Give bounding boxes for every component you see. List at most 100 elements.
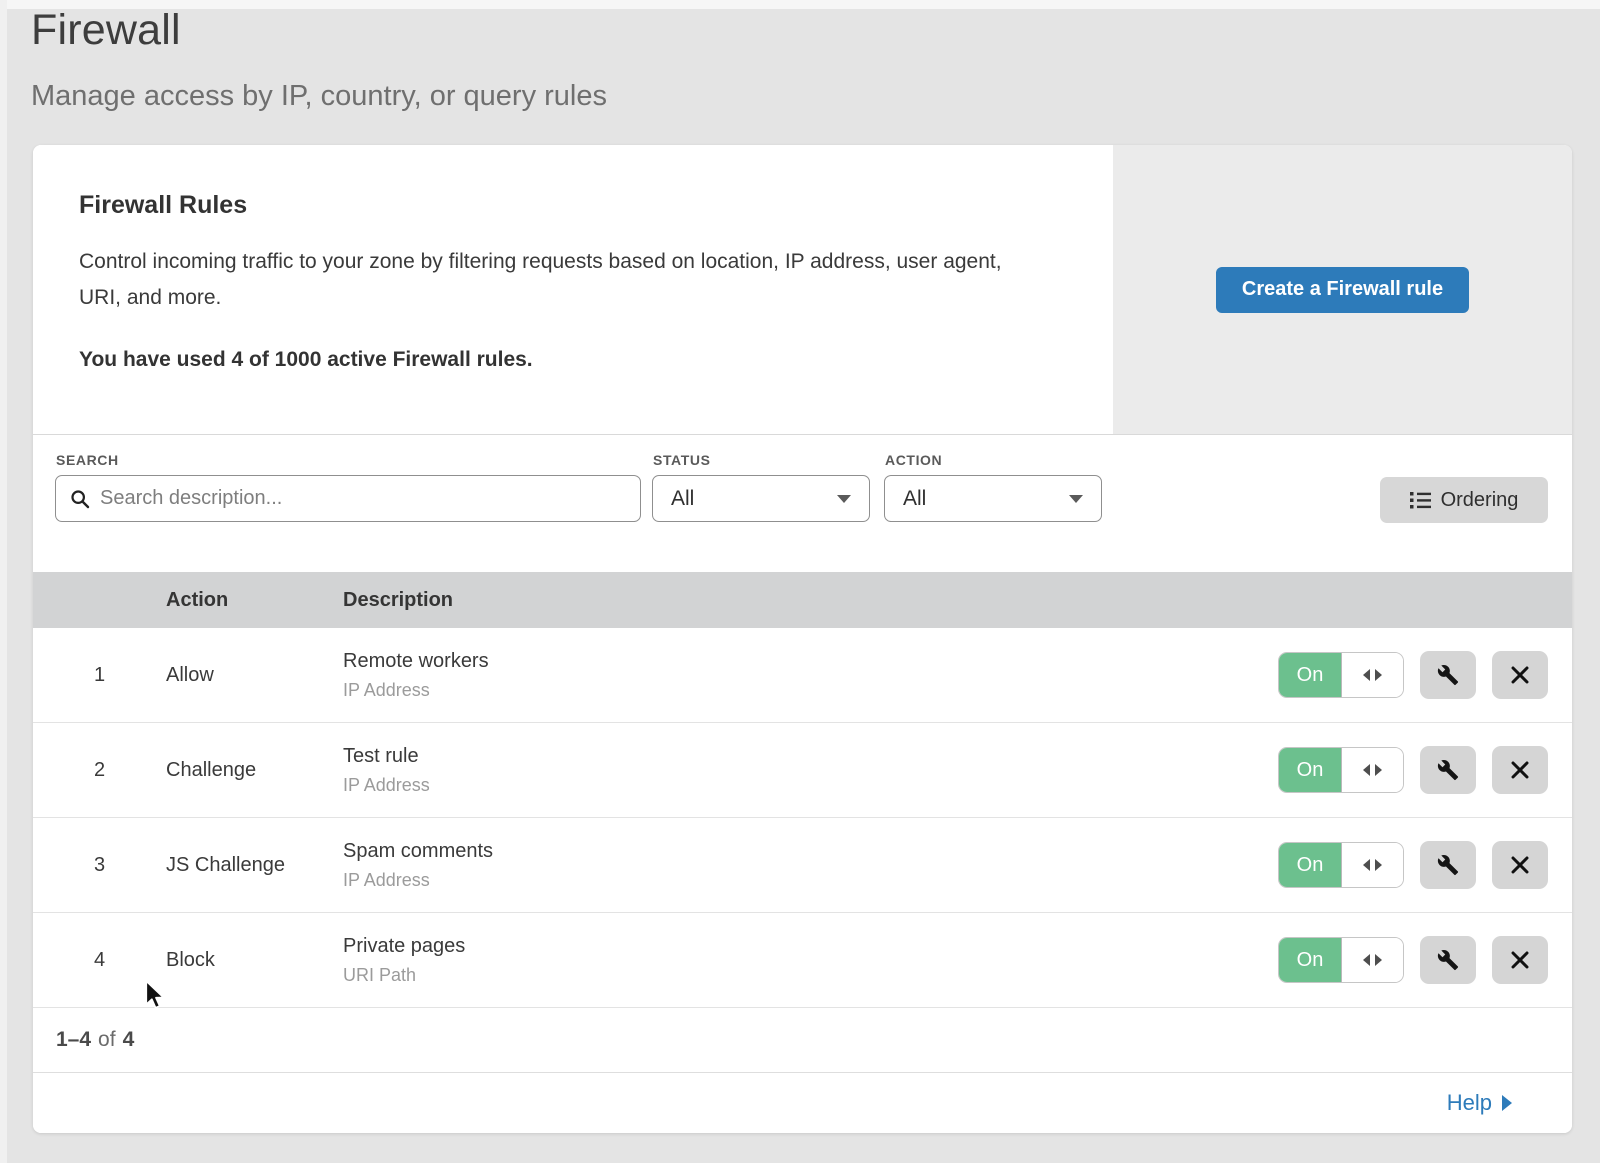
close-icon — [1511, 761, 1529, 779]
arrow-right-icon — [1375, 669, 1382, 681]
arrow-left-icon — [1363, 669, 1370, 681]
rule-description-cell: Spam comments IP Address — [343, 840, 1278, 891]
rule-match-type: IP Address — [343, 680, 1278, 701]
firewall-rules-card: Firewall Rules Control incoming traffic … — [33, 145, 1572, 1133]
rule-description: Spam comments — [343, 840, 1278, 863]
rule-priority: 3 — [33, 854, 166, 877]
rule-description-cell: Remote workers IP Address — [343, 650, 1278, 701]
chevron-down-icon — [837, 495, 851, 503]
status-selected-value: All — [671, 487, 694, 511]
status-label: STATUS — [653, 452, 711, 468]
pagination-of: of — [98, 1028, 116, 1052]
create-firewall-rule-button[interactable]: Create a Firewall rule — [1216, 267, 1469, 313]
toggle-drag-handle[interactable] — [1342, 748, 1403, 792]
rule-description: Remote workers — [343, 650, 1278, 673]
info-section: Firewall Rules Control incoming traffic … — [33, 145, 1572, 435]
table-row: 2 Challenge Test rule IP Address On — [33, 723, 1572, 818]
wrench-icon — [1437, 949, 1459, 971]
toggle-on-label: On — [1279, 938, 1342, 982]
help-link-label: Help — [1447, 1090, 1492, 1116]
description-column-header: Description — [343, 589, 1572, 612]
rule-description-cell: Test rule IP Address — [343, 745, 1278, 796]
action-label: ACTION — [885, 452, 942, 468]
rule-action: Challenge — [166, 759, 343, 782]
search-box[interactable] — [55, 475, 641, 522]
pagination-range: 1–4 — [56, 1028, 91, 1052]
page-subtitle: Manage access by IP, country, or query r… — [31, 80, 607, 113]
rule-action: JS Challenge — [166, 854, 343, 877]
status-select[interactable]: All — [652, 475, 870, 522]
info-pane: Firewall Rules Control incoming traffic … — [33, 145, 1113, 434]
arrow-right-icon — [1375, 764, 1382, 776]
info-description: Control incoming traffic to your zone by… — [79, 244, 1029, 316]
toggle-on-label: On — [1279, 843, 1342, 887]
pagination-total: 4 — [123, 1028, 135, 1052]
wrench-icon — [1437, 664, 1459, 686]
delete-rule-button[interactable] — [1492, 936, 1548, 984]
delete-rule-button[interactable] — [1492, 746, 1548, 794]
arrow-right-icon — [1502, 1095, 1512, 1111]
toggle-on-label: On — [1279, 748, 1342, 792]
card-footer: Help — [33, 1073, 1572, 1133]
edit-rule-button[interactable] — [1420, 936, 1476, 984]
close-icon — [1511, 666, 1529, 684]
window-edge-top — [0, 0, 1600, 9]
ordering-button-label: Ordering — [1441, 489, 1519, 512]
table-row: 3 JS Challenge Spam comments IP Address … — [33, 818, 1572, 913]
search-icon — [70, 489, 90, 509]
window-edge-left — [0, 0, 7, 1163]
rule-description-cell: Private pages URI Path — [343, 935, 1278, 986]
arrow-right-icon — [1375, 954, 1382, 966]
rule-match-type: URI Path — [343, 965, 1278, 986]
wrench-icon — [1437, 854, 1459, 876]
action-column-header: Action — [166, 589, 343, 612]
arrow-left-icon — [1363, 764, 1370, 776]
ordering-button[interactable]: Ordering — [1380, 477, 1548, 523]
rule-controls: On — [1278, 651, 1572, 699]
action-select[interactable]: All — [884, 475, 1102, 522]
rule-controls: On — [1278, 936, 1572, 984]
rule-enabled-toggle[interactable]: On — [1278, 652, 1404, 698]
rule-controls: On — [1278, 746, 1572, 794]
rule-enabled-toggle[interactable]: On — [1278, 937, 1404, 983]
create-rule-pane: Create a Firewall rule — [1113, 145, 1572, 434]
close-icon — [1511, 951, 1529, 969]
table-header: Action Description — [33, 572, 1572, 628]
info-heading: Firewall Rules — [79, 191, 1067, 220]
rule-action: Allow — [166, 664, 343, 687]
rule-priority: 1 — [33, 664, 166, 687]
edit-rule-button[interactable] — [1420, 651, 1476, 699]
pagination: 1–4 of 4 — [33, 1008, 1572, 1073]
arrow-right-icon — [1375, 859, 1382, 871]
table-row: 1 Allow Remote workers IP Address On — [33, 628, 1572, 723]
edit-rule-button[interactable] — [1420, 841, 1476, 889]
toggle-drag-handle[interactable] — [1342, 843, 1403, 887]
rule-enabled-toggle[interactable]: On — [1278, 842, 1404, 888]
action-selected-value: All — [903, 487, 926, 511]
table-row: 4 Block Private pages URI Path On — [33, 913, 1572, 1008]
page-title: Firewall — [31, 6, 181, 55]
close-icon — [1511, 856, 1529, 874]
rule-description: Private pages — [343, 935, 1278, 958]
help-link[interactable]: Help — [1447, 1090, 1512, 1116]
rule-priority: 2 — [33, 759, 166, 782]
toggle-drag-handle[interactable] — [1342, 653, 1403, 697]
arrow-left-icon — [1363, 859, 1370, 871]
toggle-drag-handle[interactable] — [1342, 938, 1403, 982]
ordered-list-icon — [1410, 491, 1431, 509]
delete-rule-button[interactable] — [1492, 651, 1548, 699]
search-input[interactable] — [100, 487, 626, 510]
filters-bar: SEARCH STATUS All ACTION All — [33, 435, 1572, 572]
info-usage: You have used 4 of 1000 active Firewall … — [79, 348, 1067, 372]
firewall-page: Firewall Manage access by IP, country, o… — [0, 0, 1600, 1163]
edit-rule-button[interactable] — [1420, 746, 1476, 794]
toggle-on-label: On — [1279, 653, 1342, 697]
rule-match-type: IP Address — [343, 775, 1278, 796]
rule-action: Block — [166, 949, 343, 972]
chevron-down-icon — [1069, 495, 1083, 503]
delete-rule-button[interactable] — [1492, 841, 1548, 889]
rule-enabled-toggle[interactable]: On — [1278, 747, 1404, 793]
rule-controls: On — [1278, 841, 1572, 889]
arrow-left-icon — [1363, 954, 1370, 966]
wrench-icon — [1437, 759, 1459, 781]
